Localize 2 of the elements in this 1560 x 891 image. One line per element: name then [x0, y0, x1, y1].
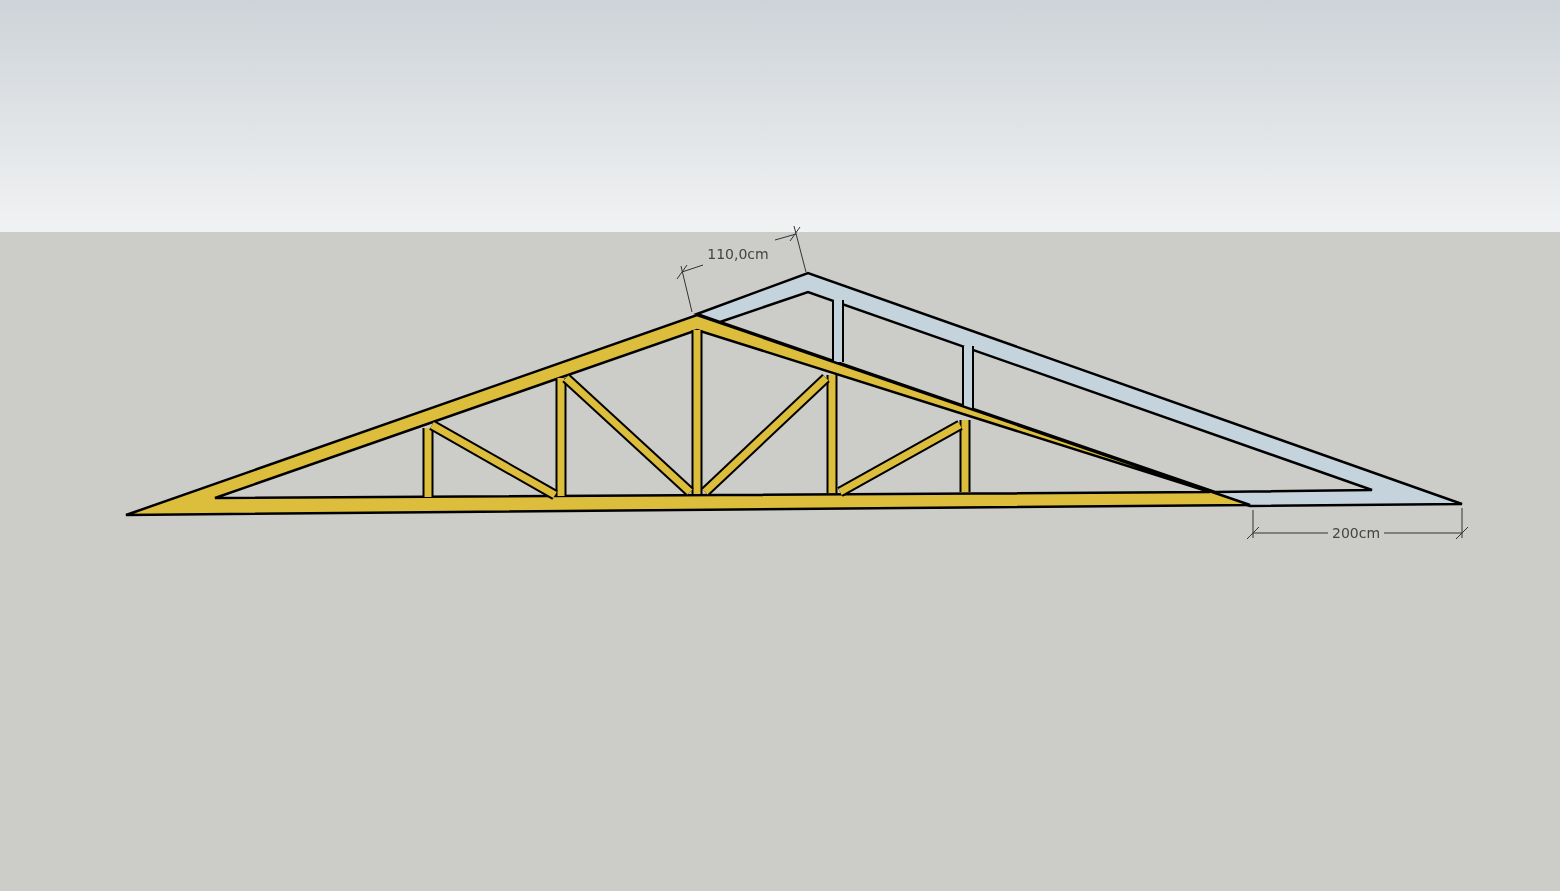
- dimension-label: 110,0cm: [707, 246, 769, 262]
- dimension-label: 200cm: [1331, 525, 1381, 541]
